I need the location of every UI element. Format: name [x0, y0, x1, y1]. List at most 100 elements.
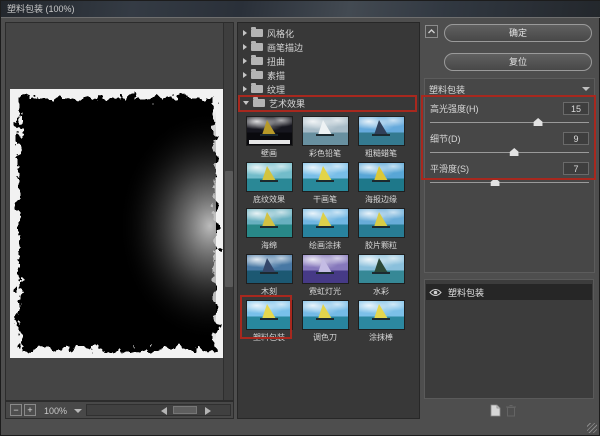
filter-label: 彩色铅笔 [309, 148, 341, 159]
visibility-cell[interactable] [426, 288, 444, 297]
ok-button[interactable]: 确定 [444, 24, 592, 42]
dialog-titlebar[interactable]: 塑料包装 (100%) [1, 1, 600, 18]
category-item[interactable]: 素描 [238, 68, 419, 82]
category-label: 风格化 [267, 27, 294, 40]
filter-label: 霓虹灯光 [309, 286, 341, 297]
filter-label: 干画笔 [313, 194, 337, 205]
filter-item[interactable]: 调色刀 [297, 299, 353, 345]
zoom-level-dropdown[interactable]: 100% [44, 406, 67, 416]
folder-icon [253, 99, 265, 107]
category-list: 风格化画笔描边扭曲素描纹理艺术效果 [238, 26, 419, 110]
filter-item[interactable]: 壁画 [241, 115, 297, 161]
preview-vertical-scrollbar[interactable] [223, 23, 233, 400]
filter-thumbnail[interactable] [246, 162, 293, 192]
filter-item[interactable]: 海绵 [241, 207, 297, 253]
resize-grip[interactable] [587, 423, 597, 433]
filter-item[interactable]: 绘画涂抹 [297, 207, 353, 253]
zoom-in-button[interactable]: + [24, 404, 36, 416]
thumb-detail [249, 140, 290, 144]
slider-label: 细节(D) [430, 132, 461, 145]
disclosure-triangle-icon [243, 58, 247, 64]
filter-thumbnail[interactable] [358, 254, 405, 284]
filter-item[interactable]: 底纹效果 [241, 161, 297, 207]
disclosure-triangle-icon [243, 44, 247, 50]
slider-list: 高光强度(H)15细节(D) 9 平滑度(S) 7 [430, 101, 589, 191]
filter-thumbnail[interactable] [302, 254, 349, 284]
scrollbar-thumb[interactable] [225, 171, 233, 287]
filter-grid: 壁画彩色铅笔 粗糙蜡笔底纹效果 干画笔 海报边缘海绵 绘画涂抹胶片颗粒木刻霓虹灯光 水彩塑… [239, 115, 420, 345]
filter-thumbnail[interactable] [358, 300, 405, 330]
filter-item[interactable]: 塑料包装 [241, 299, 297, 345]
filter-thumbnail[interactable] [358, 162, 405, 192]
filter-item[interactable]: 胶片颗粒 [353, 207, 409, 253]
filter-label: 海绵 [261, 240, 277, 251]
category-item[interactable]: 画笔描边 [238, 40, 419, 54]
scroll-left-arrow-icon[interactable] [161, 407, 167, 415]
filter-label: 水彩 [373, 286, 389, 297]
chevron-down-icon[interactable] [74, 409, 82, 413]
filter-item[interactable]: 海报边缘 [353, 161, 409, 207]
category-label: 艺术效果 [269, 97, 305, 110]
delete-effect-layer-button[interactable] [505, 404, 517, 417]
filter-thumbnail[interactable] [358, 116, 405, 146]
filter-thumbnail[interactable] [246, 300, 293, 330]
slider-track[interactable] [430, 177, 589, 187]
slider-group: 平滑度(S) 7 [430, 161, 589, 191]
filter-item[interactable]: 木刻 [241, 253, 297, 299]
zoom-out-button[interactable]: − [10, 404, 22, 416]
scroll-right-arrow-icon[interactable] [205, 407, 211, 415]
filter-label: 底纹效果 [253, 194, 285, 205]
filter-thumbnail[interactable] [246, 116, 293, 146]
filter-item[interactable]: 霓虹灯光 [297, 253, 353, 299]
filter-thumbnail[interactable] [246, 254, 293, 284]
category-item[interactable]: 艺术效果 [238, 96, 419, 110]
slider-track[interactable] [430, 117, 589, 127]
slider-label: 平滑度(S) [430, 162, 469, 175]
slider-value-field[interactable]: 9 [563, 132, 589, 145]
trash-icon [505, 404, 517, 417]
filter-item[interactable]: 水彩 [353, 253, 409, 299]
category-item[interactable]: 扭曲 [238, 54, 419, 68]
filter-item[interactable]: 涂抹棒 [353, 299, 409, 345]
effect-layer-row[interactable]: 塑料包装 [426, 284, 592, 300]
filter-thumbnail[interactable] [302, 162, 349, 192]
filter-label: 塑料包装 [253, 332, 285, 343]
slider-thumb[interactable] [491, 178, 500, 186]
eye-icon [429, 288, 442, 297]
filter-thumbnail[interactable] [358, 208, 405, 238]
slider-thumb[interactable] [510, 148, 519, 156]
slider-value-field[interactable]: 7 [563, 162, 589, 175]
filter-item[interactable]: 彩色铅笔 [297, 115, 353, 161]
filter-settings-box: 塑料包装 高光强度(H)15细节(D) 9 平滑度(S) 7 [424, 78, 595, 273]
new-effect-layer-button[interactable] [489, 404, 501, 417]
reset-button[interactable]: 复位 [444, 53, 592, 71]
folder-icon [251, 71, 263, 79]
slider-track[interactable] [430, 147, 589, 157]
disclosure-triangle-icon [243, 101, 249, 105]
filter-thumbnail[interactable] [302, 300, 349, 330]
filter-thumbnail[interactable] [302, 116, 349, 146]
filter-item[interactable]: 干画笔 [297, 161, 353, 207]
filter-thumbnail[interactable] [246, 208, 293, 238]
scrollbar-thumb[interactable] [173, 406, 197, 414]
slider-group: 高光强度(H)15 [430, 101, 589, 131]
category-label: 扭曲 [267, 55, 285, 68]
category-item[interactable]: 风格化 [238, 26, 419, 40]
slider-value-field[interactable]: 15 [563, 102, 589, 115]
preview-panel [5, 22, 234, 401]
effect-layer-label: 塑料包装 [444, 286, 484, 299]
collapse-thumbnails-button[interactable] [425, 25, 438, 38]
filter-preset-dropdown[interactable]: 塑料包装 [429, 82, 592, 96]
disclosure-triangle-icon [243, 72, 247, 78]
preview-horizontal-scrollbar[interactable] [86, 404, 231, 416]
filter-label: 胶片颗粒 [365, 240, 397, 251]
folder-icon [251, 57, 263, 65]
chevron-down-icon [582, 87, 590, 91]
filter-label: 海报边缘 [365, 194, 397, 205]
filter-thumbnail[interactable] [302, 208, 349, 238]
filter-item[interactable]: 粗糙蜡笔 [353, 115, 409, 161]
slider-group: 细节(D) 9 [430, 131, 589, 161]
category-item[interactable]: 纹理 [238, 82, 419, 96]
slider-thumb[interactable] [534, 118, 543, 126]
category-label: 纹理 [267, 83, 285, 96]
